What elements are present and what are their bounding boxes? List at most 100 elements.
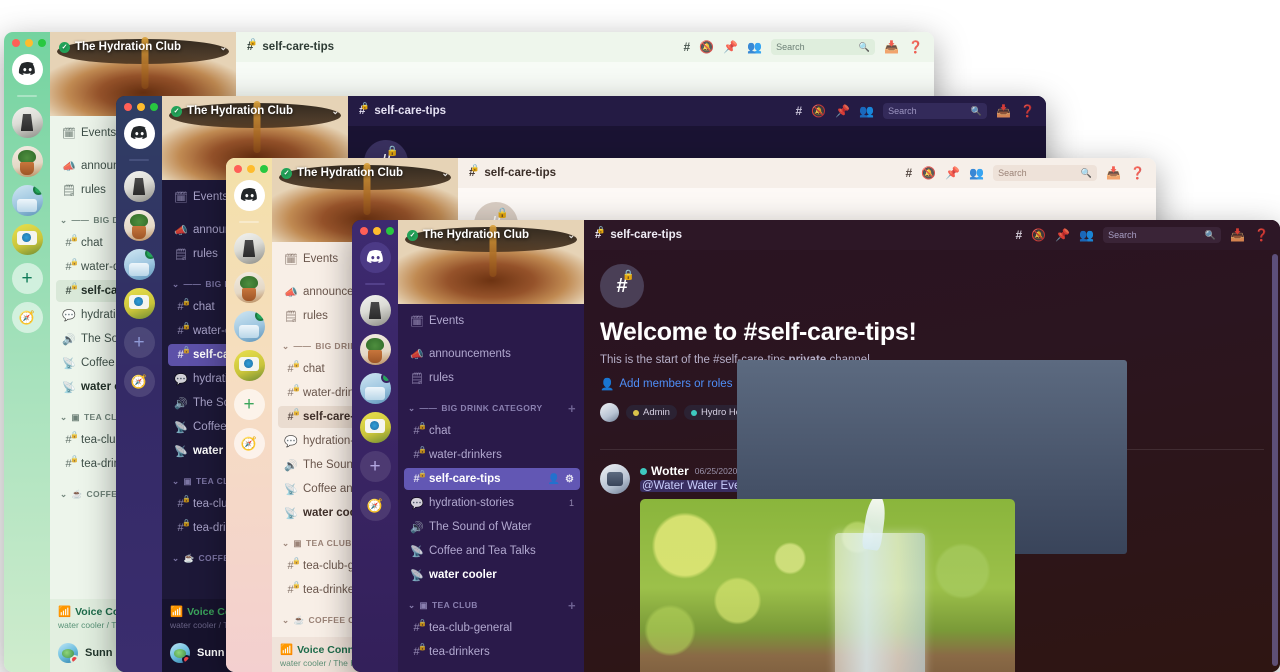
- help-icon[interactable]: ❓: [1254, 228, 1269, 242]
- explore-servers-button[interactable]: 🧭: [233, 428, 265, 459]
- pin-icon[interactable]: 📌: [945, 166, 960, 180]
- server-icon-plant[interactable]: [11, 146, 43, 177]
- message-scrollbar[interactable]: [1272, 254, 1278, 666]
- threads-icon[interactable]: #: [796, 104, 803, 118]
- minimize-button[interactable]: [137, 103, 145, 111]
- server-icon-board[interactable]: [11, 224, 43, 255]
- discord-home-icon[interactable]: [359, 242, 391, 273]
- maximize-button[interactable]: [150, 103, 158, 111]
- sidebar-item-rules[interactable]: 🗒 rules: [404, 367, 580, 389]
- add-server-button[interactable]: +: [359, 451, 391, 482]
- channel-hydration-stories[interactable]: 💬 hydration-stories 1: [404, 492, 580, 514]
- close-button[interactable]: [360, 227, 368, 235]
- server-icon-plant[interactable]: [359, 334, 391, 365]
- sidebar-item-announcements[interactable]: 📣 announcements: [404, 343, 580, 365]
- guild-banner[interactable]: ✓ The Hydration Club ⌄: [398, 220, 584, 304]
- search-input[interactable]: Search 🔍: [771, 39, 876, 55]
- add-server-button[interactable]: +: [233, 389, 265, 420]
- minimize-button[interactable]: [25, 39, 33, 47]
- server-icon-moka-pot[interactable]: [123, 171, 155, 202]
- maximize-button[interactable]: [38, 39, 46, 47]
- help-icon[interactable]: ❓: [908, 40, 923, 54]
- pin-icon[interactable]: 📌: [835, 104, 850, 118]
- discord-window-4-active[interactable]: + 🧭 ✓ The Hydration Club ⌄ 🗓 Events 📣 anno…: [352, 220, 1280, 672]
- guild-name-header[interactable]: ✓ The Hydration Club ⌄: [162, 96, 348, 126]
- inbox-icon[interactable]: 📥: [996, 104, 1011, 118]
- server-icon-moka-pot[interactable]: [11, 107, 43, 138]
- members-icon[interactable]: 👥: [859, 104, 874, 118]
- minimize-button[interactable]: [373, 227, 381, 235]
- search-input[interactable]: Search 🔍: [883, 103, 988, 119]
- window-controls[interactable]: [234, 165, 268, 173]
- search-input[interactable]: Search 🔍: [993, 165, 1098, 181]
- server-icon-board[interactable]: [359, 412, 391, 443]
- members-icon[interactable]: 👥: [747, 40, 762, 54]
- maximize-button[interactable]: [386, 227, 394, 235]
- message-author[interactable]: Wotter: [640, 464, 689, 478]
- inbox-icon[interactable]: 📥: [884, 40, 899, 54]
- channel-the-sound-of-water[interactable]: 🔊 The Sound of Water: [404, 516, 580, 538]
- close-button[interactable]: [124, 103, 132, 111]
- guild-name-header[interactable]: ✓ The Hydration Club ⌄: [398, 220, 584, 250]
- explore-servers-button[interactable]: 🧭: [11, 302, 43, 333]
- server-rail[interactable]: + 🧭: [4, 32, 50, 672]
- channel-coffee-and-tea-talks[interactable]: 📡 Coffee and Tea Talks: [404, 540, 580, 562]
- channel-chat[interactable]: # 🔒 chat: [404, 420, 580, 442]
- server-icon-board[interactable]: [123, 288, 155, 319]
- minimize-button[interactable]: [247, 165, 255, 173]
- channel-sidebar[interactable]: ✓ The Hydration Club ⌄ 🗓 Events 📣 announce…: [398, 220, 584, 672]
- inbox-icon[interactable]: 📥: [1230, 228, 1245, 242]
- server-icon-sink[interactable]: [359, 373, 391, 404]
- window-controls[interactable]: [124, 103, 158, 111]
- server-icon-sink[interactable]: [11, 185, 43, 216]
- members-icon[interactable]: 👥: [1079, 228, 1094, 242]
- avatar[interactable]: [170, 643, 190, 663]
- help-icon[interactable]: ❓: [1130, 166, 1145, 180]
- channel-topbar[interactable]: # 🔒 self-care-tips # 🔕 📌 👥 Search 🔍 📥 ❓: [236, 32, 934, 62]
- message-attachment-image[interactable]: [640, 499, 1015, 672]
- members-icon[interactable]: 👥: [969, 166, 984, 180]
- threads-icon[interactable]: #: [684, 40, 691, 54]
- add-channel-button[interactable]: +: [568, 598, 576, 613]
- explore-servers-button[interactable]: 🧭: [123, 366, 155, 397]
- add-member-icon[interactable]: 👤: [548, 474, 560, 485]
- inbox-icon[interactable]: 📥: [1106, 166, 1121, 180]
- server-icon-board[interactable]: [233, 350, 265, 381]
- channel-list[interactable]: 🗓Events 📣announcements 🗒rules ⌄——BIG DRI…: [398, 304, 584, 672]
- window-controls[interactable]: [12, 39, 46, 47]
- server-icon-moka-pot[interactable]: [233, 233, 265, 264]
- gear-icon[interactable]: ⚙: [565, 474, 574, 485]
- close-button[interactable]: [12, 39, 20, 47]
- notifications-off-icon[interactable]: 🔕: [699, 40, 714, 54]
- channel-topbar[interactable]: # 🔒 self-care-tips # 🔕 📌 👥 Search 🔍 📥 ❓: [348, 96, 1046, 126]
- category-tea-club[interactable]: ⌄ ▣ TEA CLUB +: [404, 595, 580, 615]
- channel-tea-drinkers[interactable]: # 🔒 tea-drinkers: [404, 641, 580, 663]
- add-server-button[interactable]: +: [123, 327, 155, 358]
- avatar[interactable]: [600, 403, 619, 422]
- channel-water-cooler[interactable]: 📡 water cooler: [404, 564, 580, 586]
- server-icon-plant[interactable]: [233, 272, 265, 303]
- server-icon-sink[interactable]: [233, 311, 265, 342]
- add-channel-button[interactable]: +: [568, 401, 576, 416]
- avatar[interactable]: [58, 643, 78, 663]
- avatar[interactable]: [600, 464, 630, 494]
- server-icon-plant[interactable]: [123, 210, 155, 241]
- pin-icon[interactable]: 📌: [1055, 228, 1070, 242]
- discord-home-icon[interactable]: [123, 118, 155, 149]
- threads-icon[interactable]: #: [906, 166, 913, 180]
- category-big-drink[interactable]: ⌄——BIG DRINK CATEGORY +: [404, 398, 580, 418]
- pin-icon[interactable]: 📌: [723, 40, 738, 54]
- threads-icon[interactable]: #: [1016, 228, 1023, 242]
- channel-self-care-tips[interactable]: # 🔒 self-care-tips 👤 ⚙: [404, 468, 580, 490]
- server-rail[interactable]: + 🧭: [226, 158, 272, 672]
- discord-home-icon[interactable]: [11, 54, 43, 85]
- search-input[interactable]: Search 🔍: [1103, 227, 1222, 243]
- discord-home-icon[interactable]: [233, 180, 265, 211]
- server-icon-moka-pot[interactable]: [359, 295, 391, 326]
- notifications-off-icon[interactable]: 🔕: [1031, 228, 1046, 242]
- channel-topbar[interactable]: # 🔒 self-care-tips # 🔕 📌 👥 Search 🔍 📥 ❓: [584, 220, 1280, 250]
- channel-topbar[interactable]: # 🔒 self-care-tips # 🔕 📌 👥 Search 🔍 📥 ❓: [458, 158, 1156, 188]
- notifications-off-icon[interactable]: 🔕: [811, 104, 826, 118]
- guild-name-header[interactable]: ✓ The Hydration Club ⌄: [272, 158, 458, 188]
- server-rail[interactable]: + 🧭: [116, 96, 162, 672]
